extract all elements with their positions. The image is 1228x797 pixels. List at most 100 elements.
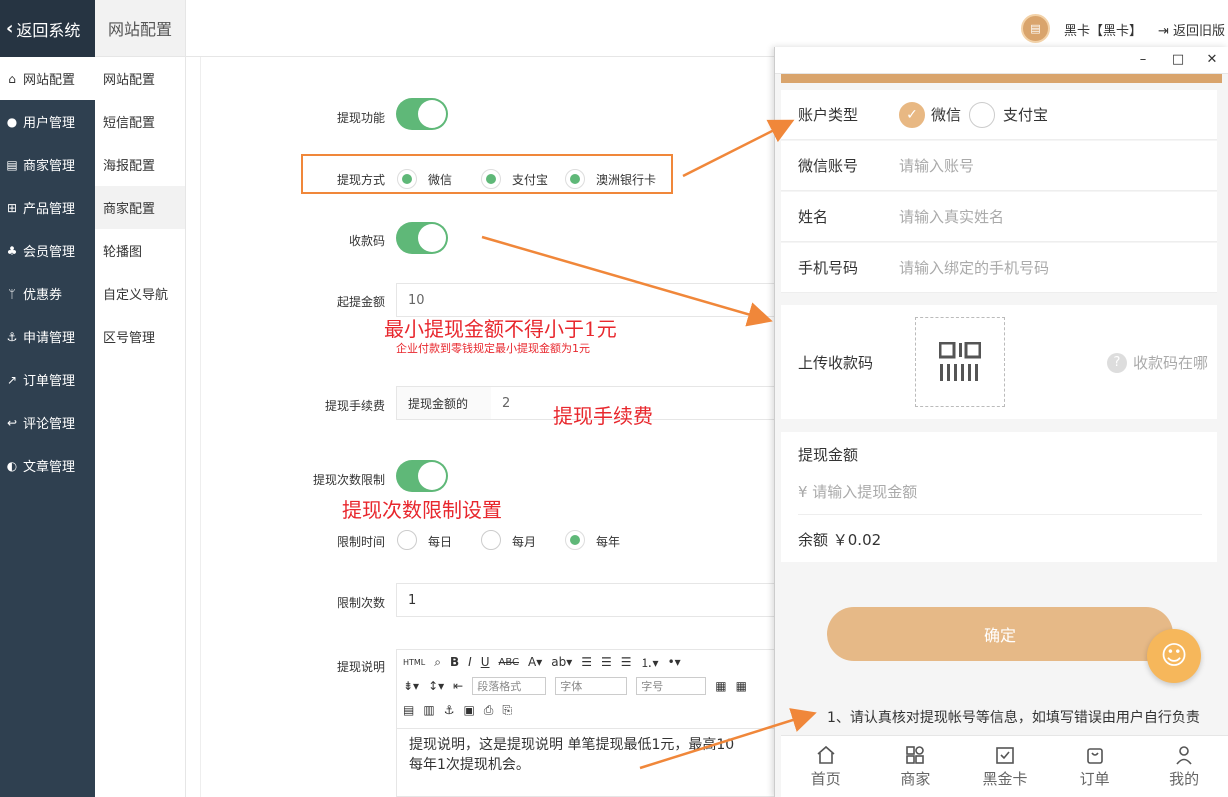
back-to-system-button[interactable]: ‹ 返回系统	[0, 0, 95, 57]
subbar-item-carousel[interactable]: 轮播图	[95, 229, 185, 272]
wechat-account-input[interactable]: 请输入账号	[899, 155, 974, 176]
anchor-icon[interactable]: ⚓	[444, 703, 455, 717]
qrcode-icon	[939, 342, 981, 381]
config-form: 提现功能 提现方式 微信 支付宝 澳洲银行卡 收款码 起提金额 10 最小提现金…	[200, 57, 776, 797]
tab-mine[interactable]: 我的	[1139, 736, 1228, 797]
minimize-icon[interactable]: –	[1135, 52, 1151, 67]
limit-radio-month[interactable]	[481, 530, 501, 550]
grid-icon	[906, 745, 925, 764]
indent-icon[interactable]: ⇟▾	[403, 679, 419, 693]
subbar-item-merchant[interactable]: 商家配置	[95, 186, 185, 229]
chat-icon[interactable]: ☺	[1147, 629, 1201, 683]
user-name[interactable]: 黑卡【黑卡】	[1064, 20, 1142, 39]
method-label: 提现方式	[336, 173, 385, 187]
tab-home[interactable]: 首页	[781, 736, 871, 797]
highlight-icon[interactable]: ab▾	[551, 655, 572, 669]
method-radio-wechat[interactable]	[397, 169, 417, 189]
size-select[interactable]: 字号	[636, 677, 707, 695]
amount-input[interactable]: ¥ 请输入提现金额	[798, 465, 1202, 515]
sidebar-item-label: 申请管理	[23, 331, 76, 346]
subbar-item-custom-nav[interactable]: 自定义导航	[95, 272, 185, 315]
help-text: 收款码在哪	[1132, 354, 1208, 372]
font-color-icon[interactable]: A▾	[528, 655, 542, 669]
qrcode-toggle[interactable]	[396, 222, 448, 254]
paragraph-select[interactable]: 段落格式	[472, 677, 547, 695]
sidebar-item-merchants[interactable]: ▤ 商家管理	[0, 143, 95, 186]
subbar-item-poster[interactable]: 海报配置	[95, 143, 185, 186]
cart-icon: ⊞	[6, 200, 18, 215]
unordered-list-icon[interactable]: •▾	[668, 655, 681, 669]
mobile-preview-window: – □ ✕ 账户类型 ✓ 微信 支付宝 微信账号 请输入账号 姓名 请输入真实姓…	[774, 47, 1228, 797]
subbar-item-area-code[interactable]: 区号管理	[95, 315, 185, 358]
tab-merchant[interactable]: 商家	[871, 736, 961, 797]
preview-icon[interactable]: ⌕	[434, 655, 441, 670]
share-icon: ↗	[6, 372, 18, 387]
align-center-icon[interactable]: ☰	[601, 655, 612, 669]
limit-toggle[interactable]	[396, 460, 448, 492]
main-sidebar: ‹ 返回系统 ⌂ 网站配置 ● 用户管理 ▤ 商家管理 ⊞ 产品管理 ♣ 会员管…	[0, 0, 95, 797]
withdraw-toggle[interactable]	[396, 98, 448, 130]
tab-label: 订单	[1079, 769, 1110, 788]
limit-count-input[interactable]: 1	[396, 583, 776, 617]
sidebar-item-coupons[interactable]: ᛘ 优惠券	[0, 272, 95, 315]
sidebar-item-articles[interactable]: ◐ 文章管理	[0, 444, 95, 487]
upload-qrcode-box[interactable]	[915, 317, 1005, 407]
italic-icon[interactable]: I	[468, 655, 472, 669]
confirm-button[interactable]: 确定	[827, 607, 1173, 661]
sidebar-item-applications[interactable]: ⚓ 申请管理	[0, 315, 95, 358]
tab-black-card[interactable]: 黑金卡	[960, 736, 1050, 797]
sidebar-item-comments[interactable]: ↩ 评论管理	[0, 401, 95, 444]
close-icon[interactable]: ✕	[1204, 52, 1220, 67]
table-col-icon[interactable]: ▥	[423, 703, 434, 717]
table-insert-icon[interactable]: ▦	[736, 679, 747, 693]
sidebar-item-label: 商家管理	[23, 159, 76, 174]
wechat-account-row: 微信账号 请输入账号	[781, 141, 1217, 191]
outdent-icon[interactable]: ⇤	[453, 679, 463, 693]
account-alipay-radio[interactable]	[969, 101, 996, 128]
min-amount-input[interactable]: 10	[396, 283, 776, 317]
sidebar-item-orders[interactable]: ↗ 订单管理	[0, 358, 95, 401]
ordered-list-icon[interactable]: ⒈▾	[641, 654, 659, 671]
strike-icon[interactable]: ABC	[499, 657, 520, 668]
align-right-icon[interactable]: ☰	[621, 655, 632, 669]
tab-orders[interactable]: 订单	[1050, 736, 1140, 797]
sidebar-item-members[interactable]: ♣ 会员管理	[0, 229, 95, 272]
account-alipay-label: 支付宝	[1003, 106, 1049, 124]
avatar[interactable]: ▤	[1021, 14, 1050, 43]
limit-radio-year[interactable]	[565, 530, 585, 550]
card-check-icon	[996, 746, 1014, 764]
table-row-icon[interactable]: ▤	[403, 703, 414, 717]
phone-input[interactable]: 请输入绑定的手机号码	[899, 257, 1049, 278]
reply-icon: ↩	[6, 415, 18, 430]
table-icon[interactable]: ▦	[715, 679, 726, 693]
subbar-item-sms[interactable]: 短信配置	[95, 100, 185, 143]
method-radio-alipay[interactable]	[481, 169, 501, 189]
old-version-link[interactable]: ⇥ 返回旧版	[1158, 20, 1225, 39]
anchor-icon: ⚓	[6, 329, 18, 344]
fee-note: 提现手续费	[553, 404, 653, 428]
limit-time-label: 限制时间	[336, 535, 385, 549]
subbar-item-site[interactable]: 网站配置	[95, 57, 185, 100]
sidebar-item-products[interactable]: ⊞ 产品管理	[0, 186, 95, 229]
underline-icon[interactable]: U	[481, 655, 490, 669]
print-icon[interactable]: ⎙	[484, 703, 494, 718]
home-icon	[817, 745, 835, 764]
rich-text-editor[interactable]: HTML ⌕ B I U ABC A▾ ab▾ ☰ ☰ ☰ ⒈▾ •▾ ⇟▾ ↕…	[396, 649, 776, 797]
limit-radio-day[interactable]	[397, 530, 417, 550]
line-height-icon[interactable]: ↕▾	[428, 679, 444, 693]
sidebar-item-site-config[interactable]: ⌂ 网站配置	[0, 57, 95, 100]
align-left-icon[interactable]: ☰	[581, 655, 592, 669]
name-input[interactable]: 请输入真实姓名	[899, 206, 1004, 227]
method-radio-bank[interactable]	[565, 169, 585, 189]
sidebar-item-users[interactable]: ● 用户管理	[0, 100, 95, 143]
maximize-icon[interactable]: □	[1170, 52, 1186, 67]
image-icon[interactable]: ▣	[463, 703, 474, 717]
old-version-label: 返回旧版	[1173, 24, 1226, 39]
bold-icon[interactable]: B	[450, 655, 459, 669]
qrcode-help-link[interactable]: ? 收款码在哪	[1106, 352, 1208, 373]
html-icon[interactable]: HTML	[403, 658, 425, 667]
editor-content[interactable]: 提现说明，这是提现说明 单笔提现最低1元，最高10 每年1次提现机会。	[397, 728, 775, 781]
font-select[interactable]: 字体	[555, 677, 628, 695]
account-wechat-radio[interactable]: ✓	[899, 101, 925, 128]
paste-icon[interactable]: ⎘	[502, 703, 512, 718]
